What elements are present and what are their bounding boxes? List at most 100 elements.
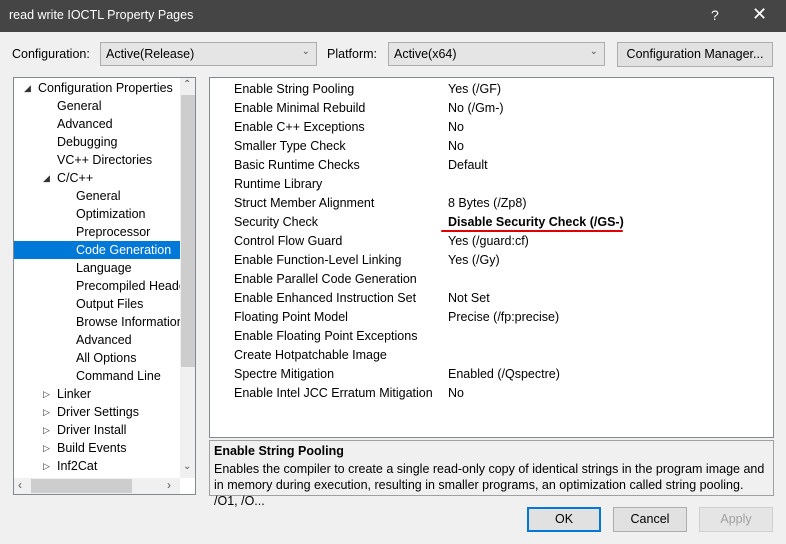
configuration-dropdown[interactable]: Active(Release) ⌄ bbox=[100, 42, 317, 66]
property-row[interactable]: Enable C++ Exceptions No bbox=[210, 118, 773, 137]
tree-item[interactable]: ▷ Driver Install bbox=[14, 421, 180, 439]
collapsed-triangle-icon[interactable]: ▷ bbox=[43, 385, 50, 403]
property-name: Struct Member Alignment bbox=[234, 196, 375, 210]
tree-item[interactable]: Optimization bbox=[14, 205, 180, 223]
expanded-triangle-icon[interactable]: ◢ bbox=[43, 169, 50, 187]
tree-item[interactable]: Output Files bbox=[14, 295, 180, 313]
property-value[interactable]: Yes (/Gy) bbox=[448, 251, 500, 270]
property-name: Enable Intel JCC Erratum Mitigation bbox=[234, 386, 433, 400]
property-value[interactable]: Default bbox=[448, 156, 488, 175]
title-bar: read write IOCTL Property Pages ? ✕ bbox=[0, 0, 786, 32]
help-button[interactable]: ? bbox=[711, 7, 719, 23]
tree-item[interactable]: ▷ Build Events bbox=[14, 439, 180, 457]
property-row[interactable]: Enable Enhanced Instruction Set Not Set bbox=[210, 289, 773, 308]
tree-item-label: Advanced bbox=[57, 117, 113, 131]
tree-vertical-scroll-thumb[interactable] bbox=[181, 95, 195, 367]
tree-item[interactable]: Code Generation bbox=[14, 241, 180, 259]
property-row[interactable]: Control Flow Guard Yes (/guard:cf) bbox=[210, 232, 773, 251]
tree-item[interactable]: Command Line bbox=[14, 367, 180, 385]
configuration-manager-button[interactable]: Configuration Manager... bbox=[617, 42, 773, 67]
property-value[interactable]: Yes (/GF) bbox=[448, 80, 501, 99]
tree-item[interactable]: Browse Information bbox=[14, 313, 180, 331]
tree-item-label: Output Files bbox=[76, 297, 144, 311]
collapsed-triangle-icon[interactable]: ▷ bbox=[43, 403, 50, 421]
tree-item[interactable]: ▷ Inf2Cat bbox=[14, 457, 180, 475]
tree-item[interactable]: ◢ Configuration Properties bbox=[14, 79, 180, 97]
property-value[interactable]: No bbox=[448, 137, 464, 156]
tree-item-label: Preprocessor bbox=[76, 225, 151, 239]
expanded-triangle-icon[interactable]: ◢ bbox=[24, 79, 31, 97]
platform-dropdown[interactable]: Active(x64) ⌄ bbox=[388, 42, 605, 66]
scroll-right-icon[interactable]: › bbox=[167, 478, 171, 492]
collapsed-triangle-icon[interactable]: ▷ bbox=[43, 421, 50, 439]
property-row[interactable]: Runtime Library bbox=[210, 175, 773, 194]
property-row[interactable]: Floating Point Model Precise (/fp:precise… bbox=[210, 308, 773, 327]
configuration-value: Active(Release) bbox=[106, 47, 195, 61]
tree-item[interactable]: Language bbox=[14, 259, 180, 277]
chevron-down-icon: ⌄ bbox=[589, 46, 598, 57]
tree-item-label: Inf2Cat bbox=[57, 459, 98, 473]
tree-item-label: Build Events bbox=[57, 441, 127, 455]
property-name: Create Hotpatchable Image bbox=[234, 348, 387, 362]
ok-button[interactable]: OK bbox=[527, 507, 601, 532]
tree-horizontal-scroll-thumb[interactable] bbox=[31, 479, 132, 493]
property-value[interactable]: No (/Gm-) bbox=[448, 99, 504, 118]
property-value[interactable]: No bbox=[448, 384, 464, 403]
property-name: Control Flow Guard bbox=[234, 234, 343, 248]
tree-item-label: Driver Settings bbox=[57, 405, 139, 419]
property-row[interactable]: Create Hotpatchable Image bbox=[210, 346, 773, 365]
property-name: Enable String Pooling bbox=[234, 82, 355, 96]
property-value[interactable]: Not Set bbox=[448, 289, 490, 308]
property-name: Floating Point Model bbox=[234, 310, 348, 324]
property-value[interactable]: Enabled (/Qspectre) bbox=[448, 365, 560, 384]
close-button[interactable]: ✕ bbox=[752, 4, 767, 25]
collapsed-triangle-icon[interactable]: ▷ bbox=[43, 457, 50, 475]
property-row[interactable]: Struct Member Alignment 8 Bytes (/Zp8) bbox=[210, 194, 773, 213]
property-value[interactable]: No bbox=[448, 118, 464, 137]
property-name: Basic Runtime Checks bbox=[234, 158, 360, 172]
apply-button[interactable]: Apply bbox=[699, 507, 773, 532]
tree-item[interactable]: ◢ C/C++ bbox=[14, 169, 180, 187]
property-name: Enable C++ Exceptions bbox=[234, 120, 365, 134]
tree-item-label: C/C++ bbox=[57, 171, 94, 185]
property-row[interactable]: Basic Runtime Checks Default bbox=[210, 156, 773, 175]
cancel-button[interactable]: Cancel bbox=[613, 507, 687, 532]
scroll-up-icon[interactable]: ⌃ bbox=[183, 79, 191, 90]
property-row[interactable]: Smaller Type Check No bbox=[210, 137, 773, 156]
property-name: Smaller Type Check bbox=[234, 139, 346, 153]
tree-item[interactable]: VC++ Directories bbox=[14, 151, 180, 169]
property-row[interactable]: Enable Minimal Rebuild No (/Gm-) bbox=[210, 99, 773, 118]
collapsed-triangle-icon[interactable]: ▷ bbox=[43, 439, 50, 457]
tree-item[interactable]: Advanced bbox=[14, 115, 180, 133]
scroll-left-icon[interactable]: ‹ bbox=[18, 478, 22, 492]
property-tree[interactable]: ◢ Configuration Properties General Advanced… bbox=[13, 77, 196, 495]
tree-item[interactable]: Preprocessor bbox=[14, 223, 180, 241]
tree-item[interactable]: ▷ Driver Settings bbox=[14, 403, 180, 421]
tree-item[interactable]: Advanced bbox=[14, 331, 180, 349]
tree-item-label: Driver Install bbox=[57, 423, 127, 437]
property-value[interactable]: 8 Bytes (/Zp8) bbox=[448, 194, 527, 213]
property-name: Enable Enhanced Instruction Set bbox=[234, 291, 417, 305]
tree-item[interactable]: General bbox=[14, 187, 180, 205]
property-name: Enable Parallel Code Generation bbox=[234, 272, 417, 286]
tree-item[interactable]: General bbox=[14, 97, 180, 115]
tree-item-label: Linker bbox=[57, 387, 92, 401]
scroll-down-icon[interactable]: ⌄ bbox=[183, 461, 191, 472]
property-row[interactable]: Spectre Mitigation Enabled (/Qspectre) bbox=[210, 365, 773, 384]
tree-item[interactable]: ▷ Linker bbox=[14, 385, 180, 403]
tree-item[interactable]: Debugging bbox=[14, 133, 180, 151]
tree-item[interactable]: All Options bbox=[14, 349, 180, 367]
window-title: read write IOCTL Property Pages bbox=[9, 8, 194, 22]
property-value[interactable]: Precise (/fp:precise) bbox=[448, 308, 559, 327]
property-row[interactable]: Enable Intel JCC Erratum Mitigation No bbox=[210, 384, 773, 403]
property-row[interactable]: Enable Function-Level Linking Yes (/Gy) bbox=[210, 251, 773, 270]
property-name: Runtime Library bbox=[234, 177, 323, 191]
property-row[interactable]: Enable Floating Point Exceptions bbox=[210, 327, 773, 346]
configuration-label: Configuration: bbox=[12, 47, 90, 61]
property-row[interactable]: Enable String Pooling Yes (/GF) bbox=[210, 80, 773, 99]
property-grid: Enable String Pooling Yes (/GF) Enable Min… bbox=[209, 77, 774, 438]
tree-item[interactable]: Precompiled Headers bbox=[14, 277, 180, 295]
tree-item-label: General bbox=[57, 99, 102, 113]
property-row[interactable]: Enable Parallel Code Generation bbox=[210, 270, 773, 289]
property-value[interactable]: Yes (/guard:cf) bbox=[448, 232, 529, 251]
